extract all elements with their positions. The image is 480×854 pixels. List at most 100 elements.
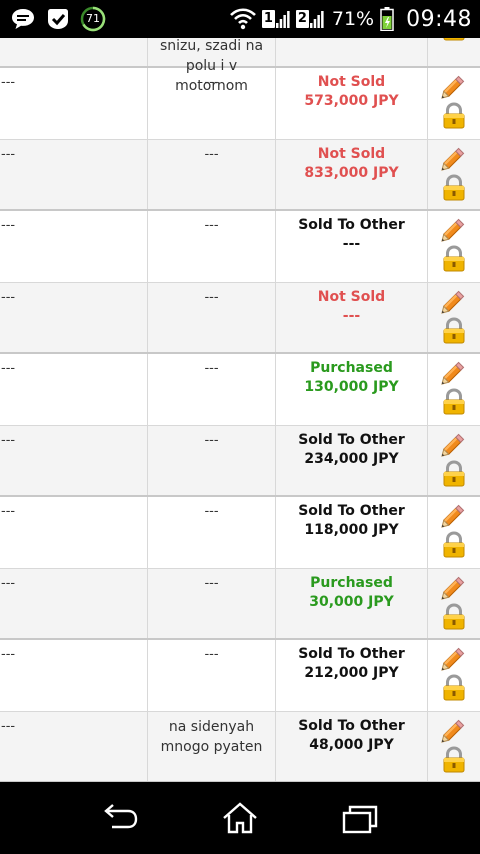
table-row[interactable]: --- --- Sold To Other 118,000 JPY (0, 497, 480, 569)
col1-value: --- (1, 504, 16, 519)
table-row[interactable]: --- --- Sold To Other 234,000 JPY (0, 425, 480, 497)
cell-col2: --- (148, 640, 276, 711)
col2-value: --- (204, 504, 219, 519)
lock-icon[interactable] (442, 102, 466, 130)
table-row[interactable]: --- --- Sold To Other --- (0, 211, 480, 283)
sim1-signal-icon: 1 (261, 8, 290, 30)
cell-actions (428, 354, 480, 425)
status-label: Sold To Other (298, 431, 405, 448)
status-label: Purchased (310, 360, 393, 376)
status-badge: Not Sold 833,000 JPY (276, 145, 427, 183)
cell-col1: --- (0, 425, 148, 495)
table-row[interactable]: --- --- Purchased 30,000 JPY (0, 568, 480, 640)
cell-status: Purchased 30,000 JPY (276, 568, 428, 638)
lock-icon[interactable] (442, 602, 466, 631)
cell-col2: --- (148, 568, 276, 638)
pencil-icon[interactable] (440, 716, 468, 744)
cell-note: snizu, szadi na polu i v motornom (148, 38, 276, 94)
cell-actions (428, 712, 480, 782)
col1-value: --- (1, 146, 16, 162)
status-label: Sold To Other (298, 503, 405, 519)
lock-icon[interactable] (442, 316, 466, 345)
col1-value: --- (1, 432, 16, 448)
table-row[interactable]: --- --- Not Sold 833,000 JPY (0, 139, 480, 211)
pencil-icon[interactable] (440, 430, 468, 458)
table-row[interactable]: --- na sidenyah mnogo pyaten Sold To Oth… (0, 711, 480, 782)
cell-col2: --- (148, 354, 276, 425)
status-label: Not Sold (317, 74, 386, 90)
status-bar: 71 1 2 71% 09:48 (0, 0, 480, 38)
cell-col2: --- (148, 497, 276, 568)
cell-col1: --- (0, 211, 148, 282)
vehicle-history-table[interactable]: snizu, szadi na polu i v motornom --- --… (0, 38, 480, 782)
price-value: 573,000 JPY (304, 93, 399, 109)
lock-icon[interactable] (442, 674, 466, 702)
cell-status: Sold To Other 118,000 JPY (276, 497, 428, 568)
cell-actions (428, 68, 480, 139)
status-badge: Purchased 130,000 JPY (276, 359, 427, 397)
status-label: Sold To Other (298, 646, 405, 662)
status-badge: Purchased 30,000 JPY (276, 574, 427, 612)
price-value: 234,000 JPY (304, 450, 399, 467)
status-label: Sold To Other (298, 717, 405, 734)
cell-status (276, 38, 428, 66)
status-badge: Sold To Other 118,000 JPY (276, 502, 427, 540)
sim2-signal-icon: 2 (295, 8, 324, 30)
note-text: na sidenyah mnogo pyaten (160, 718, 263, 755)
pencil-icon[interactable] (440, 287, 468, 315)
table-row-partial: snizu, szadi na polu i v motornom (0, 38, 480, 94)
pencil-icon[interactable] (440, 72, 468, 100)
status-badge: Not Sold --- (276, 288, 427, 326)
price-value: 48,000 JPY (309, 736, 394, 753)
table-row[interactable]: --- --- Not Sold 573,000 JPY (0, 68, 480, 140)
recent-apps-icon[interactable] (338, 800, 382, 836)
pencil-icon[interactable] (440, 573, 468, 601)
cell-status: Sold To Other 212,000 JPY (276, 640, 428, 711)
cell-actions (428, 38, 480, 66)
cell-col2: --- (148, 68, 276, 139)
lock-icon[interactable] (442, 173, 466, 202)
price-value: 130,000 JPY (304, 379, 399, 395)
chat-icon (12, 9, 34, 29)
home-icon[interactable] (218, 800, 262, 836)
status-badge: Sold To Other --- (276, 216, 427, 254)
back-icon[interactable] (98, 800, 142, 836)
status-label: Not Sold (317, 145, 386, 162)
cell-col1 (0, 38, 148, 66)
col1-value: --- (1, 718, 16, 734)
table-row[interactable]: --- --- Purchased 130,000 JPY (0, 354, 480, 426)
sim1-label: 1 (261, 10, 275, 28)
table-row[interactable]: --- --- Not Sold --- (0, 282, 480, 354)
pencil-icon[interactable] (440, 144, 468, 172)
cell-col1: --- (0, 354, 148, 425)
cell-actions (428, 283, 480, 353)
status-label: Purchased (310, 574, 393, 591)
pencil-icon[interactable] (440, 644, 468, 672)
update-progress-icon: 71 (80, 6, 106, 32)
lock-icon[interactable] (442, 745, 466, 774)
status-badge: Not Sold 573,000 JPY (276, 73, 427, 111)
col2-value: --- (204, 289, 219, 305)
cell-col1: --- (0, 497, 148, 568)
status-badge: Sold To Other 48,000 JPY (276, 717, 427, 755)
lock-icon[interactable] (442, 245, 466, 273)
table-row[interactable]: --- --- Sold To Other 212,000 JPY (0, 640, 480, 712)
cell-actions (428, 569, 480, 639)
cell-col1: --- (0, 282, 148, 352)
cell-col1: --- (0, 640, 148, 711)
lock-icon[interactable] (442, 459, 466, 488)
battery-percent: 71% (331, 8, 375, 30)
col2-value: --- (204, 146, 219, 162)
col1-value: --- (1, 289, 16, 305)
lock-icon[interactable] (442, 38, 466, 42)
price-value: --- (342, 236, 361, 252)
pencil-icon[interactable] (440, 215, 468, 243)
pencil-icon[interactable] (440, 358, 468, 386)
cell-actions (428, 640, 480, 711)
col2-value: --- (204, 647, 219, 662)
lock-icon[interactable] (442, 531, 466, 559)
navigation-bar (0, 782, 480, 854)
col2-value: --- (204, 361, 219, 376)
pencil-icon[interactable] (440, 501, 468, 529)
lock-icon[interactable] (442, 388, 466, 416)
